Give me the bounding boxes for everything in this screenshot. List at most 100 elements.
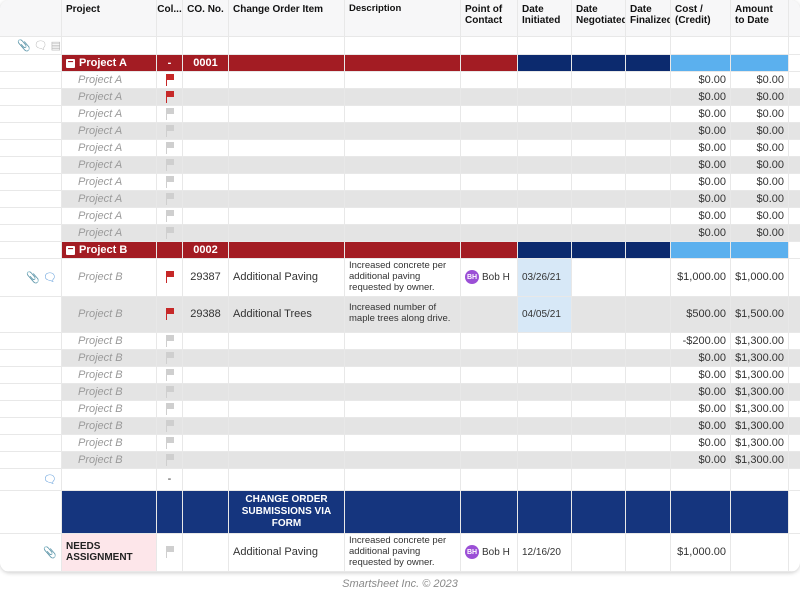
table-row[interactable]: Project A$0.00$0.00 — [0, 106, 800, 123]
co-number[interactable] — [183, 333, 229, 349]
attachment-icon[interactable]: 📎 — [43, 546, 57, 559]
co-number[interactable] — [183, 208, 229, 224]
date-negotiated[interactable] — [572, 89, 626, 105]
point-of-contact[interactable]: BHBob H — [461, 259, 518, 296]
cost-credit[interactable]: $0.00 — [671, 123, 731, 139]
amount-to-date[interactable]: $0.00 — [731, 72, 789, 88]
header-date-finalized[interactable]: Date Finalized — [626, 0, 671, 36]
date-finalized[interactable] — [626, 140, 671, 156]
amount-to-date[interactable]: $1,300.00 — [731, 367, 789, 383]
point-of-contact[interactable] — [461, 418, 518, 434]
point-of-contact[interactable] — [461, 106, 518, 122]
date-finalized[interactable] — [626, 452, 671, 468]
header-cost-credit[interactable]: Cost / (Credit) — [671, 0, 731, 36]
table-row[interactable]: Project A$0.00$0.00 — [0, 174, 800, 191]
amount-to-date[interactable]: $1,300.00 — [731, 350, 789, 366]
point-of-contact[interactable] — [461, 174, 518, 190]
needs-cost[interactable]: $1,000.00 — [671, 534, 731, 571]
header-cono[interactable]: CO. No. — [183, 0, 229, 36]
date-negotiated[interactable] — [572, 452, 626, 468]
change-order-item[interactable] — [229, 89, 345, 105]
table-row[interactable]: Project A$0.00$0.00 — [0, 225, 800, 242]
date-negotiated[interactable] — [572, 157, 626, 173]
change-order-item[interactable] — [229, 123, 345, 139]
needs-desc[interactable]: Increased concrete per additional paving… — [345, 534, 461, 571]
flag-icon[interactable] — [165, 108, 175, 120]
date-finalized[interactable] — [626, 191, 671, 207]
date-initiated[interactable] — [518, 140, 572, 156]
point-of-contact[interactable] — [461, 191, 518, 207]
point-of-contact[interactable] — [461, 225, 518, 241]
date-initiated[interactable] — [518, 333, 572, 349]
cost-credit[interactable]: -$200.00 — [671, 333, 731, 349]
flag-icon[interactable] — [165, 420, 175, 432]
point-of-contact[interactable] — [461, 208, 518, 224]
amount-to-date[interactable]: $0.00 — [731, 157, 789, 173]
date-finalized[interactable] — [626, 259, 671, 296]
description-cell[interactable] — [345, 72, 461, 88]
date-initiated[interactable] — [518, 208, 572, 224]
description-cell[interactable]: Increased concrete per additional paving… — [345, 259, 461, 296]
date-negotiated[interactable] — [572, 259, 626, 296]
date-finalized[interactable] — [626, 367, 671, 383]
needs-poc[interactable]: BHBob H — [461, 534, 518, 571]
needs-item[interactable]: Additional Paving — [229, 534, 345, 571]
date-negotiated[interactable] — [572, 418, 626, 434]
co-number[interactable] — [183, 106, 229, 122]
flag-icon[interactable] — [165, 403, 175, 415]
flag-icon[interactable] — [165, 176, 175, 188]
co-number[interactable] — [183, 89, 229, 105]
co-number[interactable] — [183, 157, 229, 173]
cost-credit[interactable]: $0.00 — [671, 157, 731, 173]
co-number[interactable] — [183, 435, 229, 451]
description-cell[interactable] — [345, 350, 461, 366]
change-order-item[interactable]: Additional Trees — [229, 297, 345, 332]
amount-to-date[interactable]: $0.00 — [731, 106, 789, 122]
change-order-item[interactable] — [229, 367, 345, 383]
point-of-contact[interactable] — [461, 89, 518, 105]
description-cell[interactable] — [345, 225, 461, 241]
change-order-item[interactable] — [229, 106, 345, 122]
table-row[interactable]: Project B$0.00$1,300.00 — [0, 418, 800, 435]
date-negotiated[interactable] — [572, 367, 626, 383]
date-negotiated[interactable] — [572, 140, 626, 156]
flag-icon[interactable] — [165, 74, 175, 86]
point-of-contact[interactable] — [461, 333, 518, 349]
date-negotiated[interactable] — [572, 384, 626, 400]
table-row[interactable]: Project B29388Additional TreesIncreased … — [0, 297, 800, 333]
co-number[interactable] — [183, 191, 229, 207]
change-order-item[interactable] — [229, 435, 345, 451]
date-negotiated[interactable] — [572, 72, 626, 88]
date-finalized[interactable] — [626, 208, 671, 224]
change-order-item[interactable] — [229, 401, 345, 417]
table-row[interactable]: Project B$0.00$1,300.00 — [0, 452, 800, 469]
cost-credit[interactable]: $0.00 — [671, 225, 731, 241]
table-row[interactable]: Project B$0.00$1,300.00 — [0, 350, 800, 367]
description-cell[interactable] — [345, 208, 461, 224]
header-col[interactable]: Col... — [157, 0, 183, 36]
amount-to-date[interactable]: $0.00 — [731, 191, 789, 207]
project-a-header[interactable]: −Project A - 0001 — [0, 55, 800, 72]
date-negotiated[interactable] — [572, 191, 626, 207]
change-order-item[interactable] — [229, 157, 345, 173]
table-row[interactable]: Project A$0.00$0.00 — [0, 72, 800, 89]
description-cell[interactable] — [345, 384, 461, 400]
cost-credit[interactable]: $0.00 — [671, 191, 731, 207]
amount-to-date[interactable]: $1,300.00 — [731, 384, 789, 400]
description-cell[interactable] — [345, 401, 461, 417]
point-of-contact[interactable] — [461, 297, 518, 332]
collapse-icon[interactable]: − — [66, 246, 75, 255]
date-initiated[interactable] — [518, 72, 572, 88]
date-initiated[interactable] — [518, 367, 572, 383]
change-order-item[interactable] — [229, 174, 345, 190]
comment-icon[interactable]: 🗨 — [34, 39, 48, 52]
co-number[interactable] — [183, 140, 229, 156]
table-row[interactable]: Project A$0.00$0.00 — [0, 191, 800, 208]
header-item[interactable]: Change Order Item — [229, 0, 345, 36]
date-initiated[interactable]: 03/26/21 — [518, 259, 572, 296]
description-cell[interactable] — [345, 89, 461, 105]
table-row[interactable]: Project A$0.00$0.00 — [0, 157, 800, 174]
co-number[interactable] — [183, 350, 229, 366]
spacer-row[interactable]: 🗨 - — [0, 469, 800, 491]
change-order-item[interactable] — [229, 418, 345, 434]
